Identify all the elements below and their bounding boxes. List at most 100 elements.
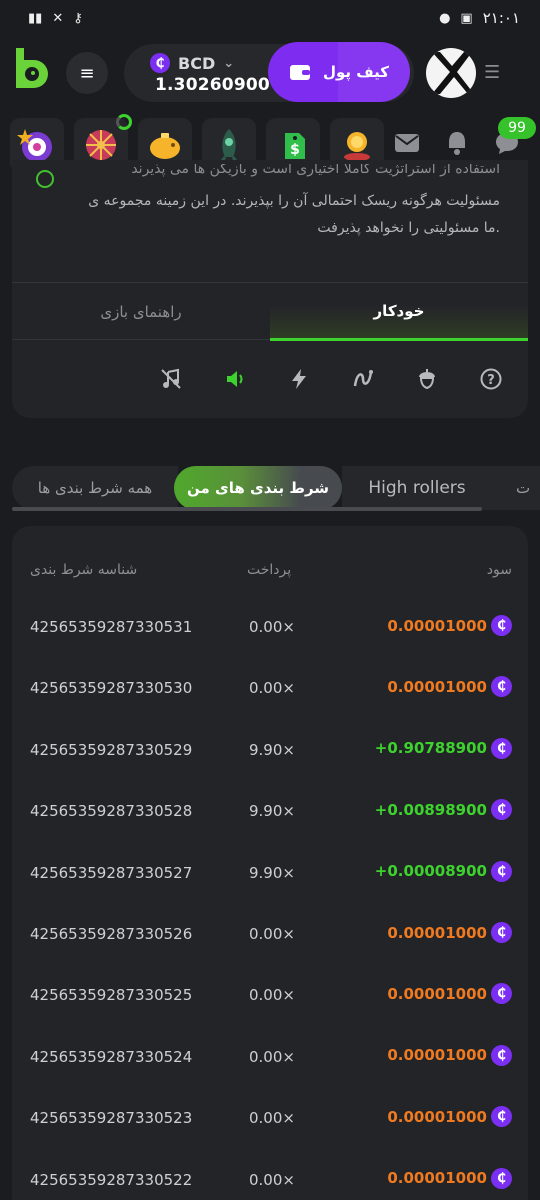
mute-icon: ✕: [52, 10, 64, 26]
bcd-coin-icon: ₵: [491, 860, 512, 882]
header-payout: پرداخت: [247, 562, 292, 578]
menu-icon: ≡: [79, 62, 95, 84]
payout-multiplier: 9.90×: [249, 802, 295, 821]
profit-value: 0.00001000: [387, 1046, 487, 1065]
key-icon: ⚷: [73, 10, 83, 26]
payout-multiplier: 0.00×: [249, 925, 295, 943]
app-header: ≡ ₵ BCD ⌄ 1.30260900 کیف پول ☰: [0, 36, 540, 108]
acorn-icon[interactable]: [414, 366, 440, 392]
strategy-info-card: استفاده از استراتژیت کاملا اختیاری است و…: [12, 160, 528, 418]
bet-id: 42565359287330523: [30, 1109, 193, 1128]
tab-more[interactable]: ت: [492, 466, 540, 510]
bet-id: 42565359287330525: [30, 986, 193, 1005]
table-row[interactable]: 42565359287330529 9.90× +0.90788900 ₵: [12, 733, 528, 773]
profit-value: 0.00001000: [387, 1107, 487, 1126]
payout-multiplier: 0.00×: [249, 618, 295, 636]
tab-my-bets[interactable]: شرط بندی های من: [174, 466, 342, 510]
curve-icon[interactable]: [350, 366, 376, 392]
table-row[interactable]: 42565359287330522 0.00× 0.00001000 ₵: [12, 1163, 528, 1200]
mail-icon[interactable]: [392, 128, 422, 158]
bet-id: 42565359287330527: [30, 863, 193, 882]
menu-button[interactable]: ≡: [66, 52, 108, 94]
currency-selector[interactable]: ₵ BCD ⌄: [150, 53, 234, 73]
table-row[interactable]: 42565359287330523 0.00× 0.00001000 ₵: [12, 1101, 528, 1141]
wallet-label: کیف پول: [323, 63, 389, 81]
bets-table: شناسه شرط بندی پرداخت سود 42565359287330…: [12, 526, 528, 1200]
payout-multiplier: 0.00×: [249, 1170, 295, 1189]
image-icon: ▣: [460, 10, 473, 26]
tab-game-guide[interactable]: راهنمای بازی: [12, 283, 270, 341]
profit-value: 0.00001000: [387, 923, 487, 942]
bcd-coin-icon: ₵: [491, 1106, 512, 1128]
payout-multiplier: 0.00×: [249, 679, 295, 698]
profit-amount: 0.00001000 ₵: [387, 922, 512, 943]
profit-value: 0.00001000: [387, 984, 487, 1003]
table-row[interactable]: 42565359287330527 9.90× +0.00008900 ₵: [12, 856, 528, 896]
tab-auto[interactable]: خودکار: [270, 283, 528, 341]
lightning-icon[interactable]: [286, 366, 312, 392]
profit-amount: 0.00001000 ₵: [387, 983, 512, 1005]
profit-value: 0.00001000: [387, 677, 487, 696]
svg-text:$: $: [290, 142, 300, 158]
disclaimer-text: استفاده از استراتژیت کاملا اختیاری است و…: [52, 164, 500, 242]
help-icon[interactable]: ?: [478, 366, 504, 392]
disclaimer-line-3: .ما مسئولیتی را نخواهد پذیرفت: [317, 220, 500, 236]
mode-tabs: راهنمای بازی خودکار: [12, 282, 528, 341]
bet-id: 42565359287330528: [30, 802, 193, 821]
music-off-icon[interactable]: [158, 366, 184, 392]
profit-amount: +0.00898900 ₵: [374, 799, 512, 821]
header-profit: سود: [486, 562, 512, 578]
avatar-x-icon: [432, 52, 474, 94]
status-icons-right: ● ▣ ۲۱:۰۱: [439, 9, 520, 27]
table-row[interactable]: 42565359287330528 9.90× +0.00898900 ₵: [12, 794, 528, 834]
bet-id: 42565359287330522: [30, 1170, 193, 1189]
currency-code: BCD: [178, 53, 216, 73]
bet-id: 42565359287330529: [30, 740, 193, 759]
profit-amount: 0.00001000 ₵: [387, 1106, 512, 1128]
bcd-coin-icon: ₵: [491, 1167, 512, 1189]
chat-unread-badge: 99: [498, 117, 536, 139]
profit-value: +0.00898900: [374, 800, 487, 819]
bet-filter-tabs: همه شرط بندی ها High rollers ت شرط بندی …: [12, 466, 540, 512]
payout-multiplier: 0.00×: [249, 1047, 295, 1066]
profit-value: 0.00001000: [387, 1169, 487, 1188]
dot-icon: ●: [439, 10, 451, 26]
profit-value: 0.00001000: [387, 616, 487, 635]
avatar[interactable]: [426, 48, 476, 98]
profit-amount: 0.00001000 ₵: [387, 1044, 512, 1066]
sound-icon[interactable]: [222, 366, 248, 392]
table-row[interactable]: 42565359287330526 0.00× 0.00001000 ₵: [12, 917, 528, 957]
profit-amount: +0.90788900 ₵: [375, 737, 512, 759]
tab-all-bets[interactable]: همه شرط بندی ها: [12, 466, 178, 510]
chevron-down-icon: ⌄: [223, 55, 235, 71]
list-icon[interactable]: ☰: [484, 62, 500, 83]
table-row[interactable]: 42565359287330531 0.00× 0.00001000 ₵: [12, 610, 528, 650]
table-row[interactable]: 42565359287330530 0.00× 0.00001000 ₵: [12, 671, 528, 711]
table-row[interactable]: 42565359287330525 0.00× 0.00001000 ₵: [12, 978, 528, 1018]
bell-icon[interactable]: [442, 128, 472, 158]
status-time: ۲۱:۰۱: [482, 9, 520, 27]
profit-amount: 0.00001000 ₵: [387, 1167, 512, 1189]
bcd-coin-icon: ₵: [491, 737, 512, 759]
bet-id: 42565359287330524: [30, 1047, 193, 1066]
bc-logo-icon[interactable]: [12, 46, 50, 90]
table-row[interactable]: 42565359287330524 0.00× 0.00001000 ₵: [12, 1040, 528, 1080]
bcd-coin-icon: ₵: [491, 1044, 512, 1066]
svg-text:?: ?: [487, 373, 495, 388]
wallet-button[interactable]: کیف پول: [268, 42, 410, 102]
status-bar: ▮▮ ✕ ⚷ ● ▣ ۲۱:۰۱: [0, 0, 540, 36]
payout-multiplier: 9.90×: [249, 740, 295, 759]
progress-ring-icon: [116, 114, 132, 130]
profit-amount: 0.00001000 ₵: [387, 615, 512, 636]
payout-multiplier: 0.00×: [249, 1109, 295, 1128]
wallet-icon: [290, 65, 310, 80]
payout-multiplier: 0.00×: [249, 986, 295, 1005]
tab-high-rollers[interactable]: High rollers: [342, 466, 492, 510]
header-bet-id: شناسه شرط بندی: [30, 562, 138, 578]
tabs-scrollbar[interactable]: [12, 507, 482, 511]
signal-icon: ▮▮: [28, 10, 43, 26]
status-icons-left: ▮▮ ✕ ⚷: [28, 11, 83, 26]
bcd-coin-icon: ₵: [150, 53, 170, 73]
disclaimer-line-2: مسئولیت هرگونه ریسک احتمالی آن را بپذیرن…: [88, 193, 500, 209]
bcd-coin-icon: ₵: [491, 983, 512, 1005]
